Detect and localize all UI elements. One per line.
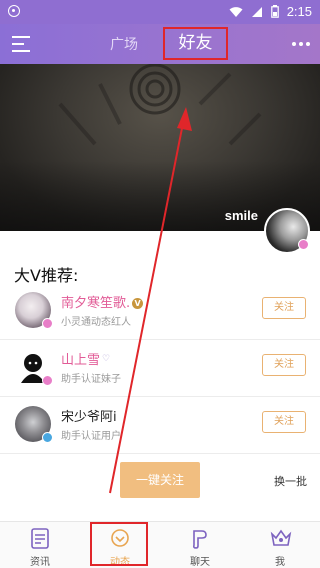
signal-wifi-icon (229, 6, 243, 17)
vip-badge-icon: V (132, 298, 144, 309)
avatar[interactable] (15, 406, 53, 443)
recommend-row[interactable]: 宋少爷阿i 助手认证用户 关注 (0, 397, 320, 454)
refresh-button[interactable]: 换一批 (274, 473, 307, 489)
user-desc: 助手认证用户 (61, 431, 121, 442)
female-badge-icon (42, 375, 53, 386)
heart-badge-icon: ♡ (102, 354, 111, 364)
user-desc: 小灵通动态红人 (61, 317, 131, 328)
app-header: 广场 好友 (0, 24, 320, 64)
tab-friends[interactable]: 好友 (163, 27, 228, 60)
nav-label: 我 (275, 557, 285, 568)
user-name[interactable]: 山上雪 ♡ (61, 349, 110, 368)
avatar[interactable] (15, 292, 53, 329)
nav-item-news[interactable]: 资讯 (8, 522, 72, 568)
notification-icon (8, 5, 20, 17)
recommend-row[interactable]: 山上雪 ♡ 助手认证妹子 关注 (0, 340, 320, 397)
nav-item-moments[interactable]: 动态 (88, 522, 152, 568)
banner-avatar[interactable] (264, 208, 310, 254)
profile-icon (270, 529, 292, 546)
user-name[interactable]: 南夕寒笙歌. V (61, 292, 144, 311)
chat-icon (192, 530, 207, 549)
tab-plaza[interactable]: 广场 (110, 34, 138, 54)
nav-item-profile[interactable]: 我 (248, 522, 312, 568)
nav-item-chat[interactable]: 聊天 (168, 522, 232, 568)
nav-label: 资讯 (30, 557, 50, 568)
male-badge-icon (42, 432, 53, 443)
news-icon (31, 528, 49, 549)
follow-button[interactable]: 关注 (262, 354, 306, 376)
status-time: 2:15 (286, 4, 312, 19)
follow-all-button[interactable]: 一键关注 (120, 462, 200, 498)
battery-icon (270, 5, 279, 18)
avatar[interactable] (15, 349, 53, 386)
more-options-icon[interactable] (292, 42, 310, 46)
female-badge-icon (298, 239, 309, 250)
status-icons: 2:15 (229, 4, 312, 19)
female-badge-icon (42, 318, 53, 329)
banner-username: smile (224, 208, 258, 223)
nav-label: 动态 (110, 557, 130, 568)
follow-button[interactable]: 关注 (262, 411, 306, 433)
menu-icon[interactable] (12, 36, 30, 52)
moments-icon (111, 529, 129, 547)
status-bar: 2:15 (0, 0, 320, 24)
nav-label: 聊天 (190, 557, 210, 568)
user-name[interactable]: 宋少爷阿i (61, 406, 117, 425)
profile-banner[interactable]: smile (0, 64, 320, 231)
bottom-nav: 资讯 动态 聊天 我 (0, 521, 320, 568)
recommend-row[interactable]: 南夕寒笙歌. V 小灵通动态红人 关注 (0, 283, 320, 340)
follow-button[interactable]: 关注 (262, 297, 306, 319)
signal-cell-icon (251, 6, 262, 17)
user-desc: 助手认证妹子 (61, 374, 121, 385)
